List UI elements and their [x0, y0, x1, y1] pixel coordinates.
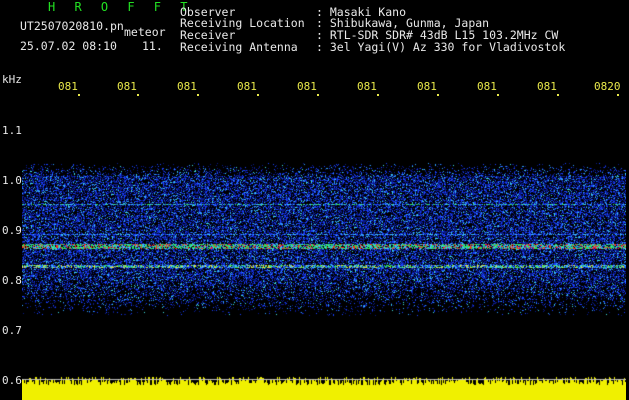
datetime: 25.07.02 08:10 [20, 39, 117, 53]
y-tick-label: 0.6 [2, 374, 22, 387]
x-tick-label: 081 [357, 80, 377, 93]
y-tick-label: 1.0 [2, 174, 22, 187]
x-tick-label: 081 [237, 80, 257, 93]
meteor-count: 11. [142, 39, 163, 53]
x-tick-label: 0820 [594, 80, 621, 93]
x-tick-label: 081 [58, 80, 78, 93]
antenna-label: Receiving Antenna [180, 40, 298, 54]
y-tick-label: 1.1 [2, 124, 22, 137]
y-tick-label: 0.7 [2, 324, 22, 337]
y-axis-unit: kHz [2, 73, 22, 86]
x-tick-label: 081 [297, 80, 317, 93]
x-tick-label: 081 [117, 80, 137, 93]
antenna-value: : 3el Yagi(V) Az 330 for Vladivostok [316, 40, 566, 54]
y-tick-label: 0.8 [2, 274, 22, 287]
x-tick-label: 081 [477, 80, 497, 93]
meteor-label: meteor [124, 25, 166, 39]
x-tick-label: 081 [177, 80, 197, 93]
filename: UT2507020810.pn [20, 19, 124, 33]
x-tick-label: 081 [417, 80, 437, 93]
hrofft-logo: H R O F F T [48, 0, 194, 14]
spectrogram-plot [22, 96, 626, 400]
y-tick-label: 0.9 [2, 224, 22, 237]
x-tick-label: 081 [537, 80, 557, 93]
